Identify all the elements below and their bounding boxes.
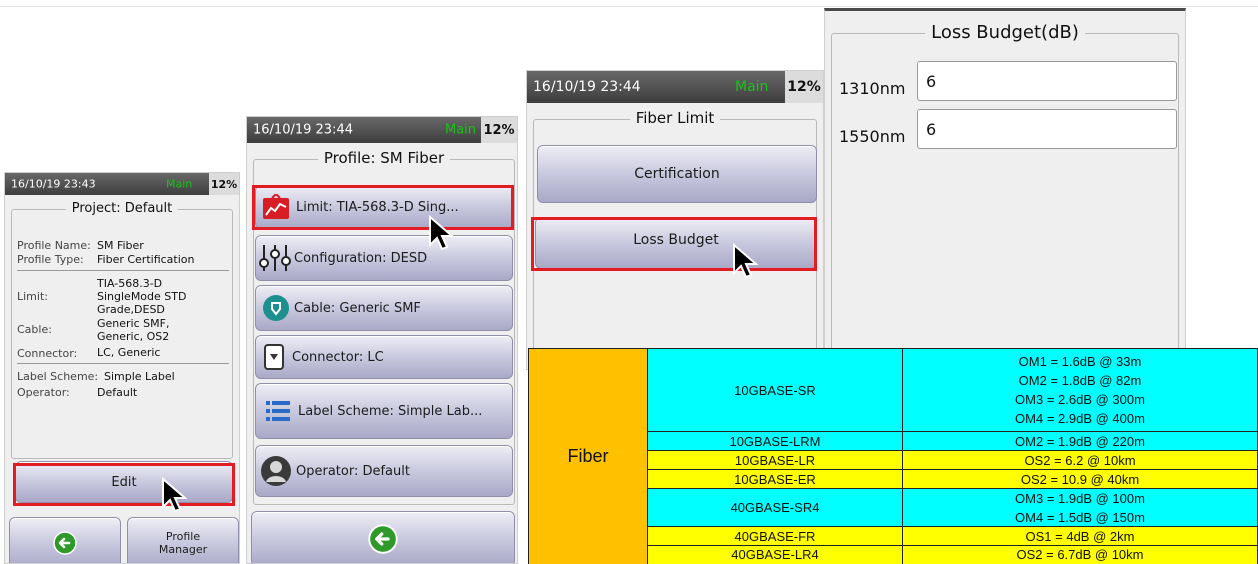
connector-value: LC, Generic — [97, 346, 161, 359]
status-mode: Main — [445, 122, 477, 138]
profile-name-value: SM Fiber — [97, 239, 144, 252]
certification-button-label: Certification — [634, 166, 720, 182]
profile-title: Profile: SM Fiber — [254, 149, 514, 167]
composite-screenshot: 16/10/19 23:43 Main 12% Project: Default… — [0, 0, 1258, 564]
battery-indicator: 12% — [481, 117, 517, 143]
divider — [0, 6, 1258, 7]
status-mode: Main — [735, 79, 769, 95]
status-time: 16/10/19 23:44 — [253, 122, 353, 138]
cable-button[interactable]: Cable: Generic SMF — [255, 285, 513, 331]
label-scheme-button[interactable]: Label Scheme: Simple Lab... — [255, 383, 513, 439]
wl1-label: 1310nm — [839, 79, 906, 98]
table-row-values: OS2 = 10.9 @ 40km — [903, 470, 1258, 489]
back-button[interactable] — [251, 511, 515, 563]
configuration-sliders-icon — [258, 243, 292, 273]
wl2-label: 1550nm — [839, 127, 906, 146]
project-screen: 16/10/19 23:43 Main 12% Project: Default… — [4, 172, 240, 564]
cable-button-label: Cable: Generic SMF — [294, 300, 421, 316]
profile-name-label: Profile Name: — [17, 239, 91, 252]
cable-icon — [262, 294, 290, 322]
status-mode: Main — [166, 177, 193, 191]
mouse-pointer-icon — [162, 477, 188, 513]
table-row-standard: 40GBASE-SR4 — [648, 489, 903, 527]
fiber-group-label: Fiber — [567, 446, 609, 466]
loss-budget-selection-highlight — [531, 217, 817, 271]
limit-value-line2: SingleMode STD — [97, 290, 187, 303]
mouse-pointer-icon — [733, 243, 759, 279]
operator-icon — [260, 455, 292, 487]
wl2-input-value: 6 — [926, 120, 937, 139]
profile-manager-button[interactable]: Profile Manager — [127, 517, 239, 563]
limit-label: Limit: — [17, 290, 48, 303]
connector-button-label: Connector: LC — [292, 349, 384, 365]
profile-info: Profile Name: SM Fiber Profile Type: Fib… — [17, 239, 235, 419]
table-row-standard: 10GBASE-SR — [648, 349, 903, 432]
table-row-standard: 10GBASE-LR — [648, 451, 903, 470]
operator-value: Default — [97, 386, 138, 399]
fiber-loss-table: Fiber 10GBASE-SR OM1 = 1.6dB @ 33m OM2 =… — [528, 348, 1258, 564]
table-row-standard: 40GBASE-FR — [648, 527, 903, 546]
divider — [17, 363, 229, 364]
table-row-values: OS1 = 4dB @ 2km — [903, 527, 1258, 546]
status-bar: 16/10/19 23:44 Main 12% — [247, 117, 517, 143]
table-row-values: OM3 = 1.9dB @ 100m OM4 = 1.5dB @ 150m — [903, 489, 1258, 527]
mouse-pointer-icon — [429, 215, 455, 251]
profile-type-label: Profile Type: — [17, 253, 84, 266]
wl2-input[interactable]: 6 — [917, 109, 1177, 149]
operator-button[interactable]: Operator: Default — [255, 445, 513, 497]
operator-label: Operator: — [17, 386, 70, 399]
limit-value-line1: TIA-568.3-D — [97, 277, 163, 290]
table-row-values: OM1 = 1.6dB @ 33m OM2 = 1.8dB @ 82m OM3 … — [903, 349, 1258, 432]
status-time: 16/10/19 23:44 — [533, 79, 641, 95]
loss-budget-title: Loss Budget(dB) — [832, 22, 1178, 43]
table-row-standard: 10GBASE-ER — [648, 470, 903, 489]
fiber-limit-screen: 16/10/19 23:44 Main 12% Fiber Limit Cert… — [526, 70, 824, 370]
connector-label: Connector: — [17, 347, 78, 360]
divider — [17, 270, 229, 271]
connector-button[interactable]: Connector: LC — [255, 335, 513, 379]
connector-icon — [264, 344, 284, 370]
table-row-standard: 10GBASE-LRM — [648, 432, 903, 451]
profile-manager-label-line1: Profile — [165, 530, 201, 543]
configuration-button[interactable]: Configuration: DESD — [255, 235, 513, 281]
fiber-group-cell: Fiber — [528, 349, 648, 564]
cable-value-line1: Generic SMF, — [97, 317, 170, 330]
battery-indicator: 12% — [785, 71, 823, 103]
limit-value-line3: Grade,DESD — [97, 303, 165, 316]
table-row-values: OS2 = 6.7dB @ 10km — [903, 546, 1258, 564]
project-title: Project: Default — [12, 201, 232, 216]
profile-type-value: Fiber Certification — [97, 253, 195, 266]
battery-indicator: 12% — [209, 173, 239, 195]
label-scheme-icon — [266, 400, 290, 422]
table-row-values: OS2 = 6.2 @ 10km — [903, 451, 1258, 470]
table-row-values: OM2 = 1.9dB @ 220m — [903, 432, 1258, 451]
edit-selection-highlight — [13, 463, 235, 506]
label-scheme-button-label: Label Scheme: Simple Lab... — [298, 403, 483, 419]
profile-manager-label-line2: Manager — [158, 543, 208, 556]
label-scheme-value: Simple Label — [104, 370, 175, 383]
operator-button-label: Operator: Default — [296, 463, 410, 479]
label-scheme-label: Label Scheme: — [17, 370, 99, 383]
back-button[interactable] — [9, 517, 121, 563]
limit-selection-highlight — [252, 185, 514, 230]
table-row-standard: 40GBASE-LR4 — [648, 546, 903, 564]
back-arrow-icon — [368, 524, 398, 554]
cable-value-line2: Generic, OS2 — [97, 330, 170, 343]
configuration-button-label: Configuration: DESD — [294, 250, 428, 266]
status-bar: 16/10/19 23:43 Main 12% — [5, 173, 239, 195]
cable-label: Cable: — [17, 323, 52, 336]
wl1-input[interactable]: 6 — [917, 61, 1177, 101]
profile-screen: 16/10/19 23:44 Main 12% Profile: SM Fibe… — [246, 116, 518, 564]
status-bar: 16/10/19 23:44 Main 12% — [527, 71, 823, 103]
loss-budget-screen: Loss Budget(dB) 1310nm 6 1550nm 6 — [824, 8, 1186, 360]
certification-button[interactable]: Certification — [537, 145, 817, 203]
back-arrow-icon — [53, 531, 77, 555]
wl1-input-value: 6 — [926, 72, 937, 91]
fiber-limit-title: Fiber Limit — [534, 109, 816, 127]
status-time: 16/10/19 23:43 — [11, 177, 96, 191]
